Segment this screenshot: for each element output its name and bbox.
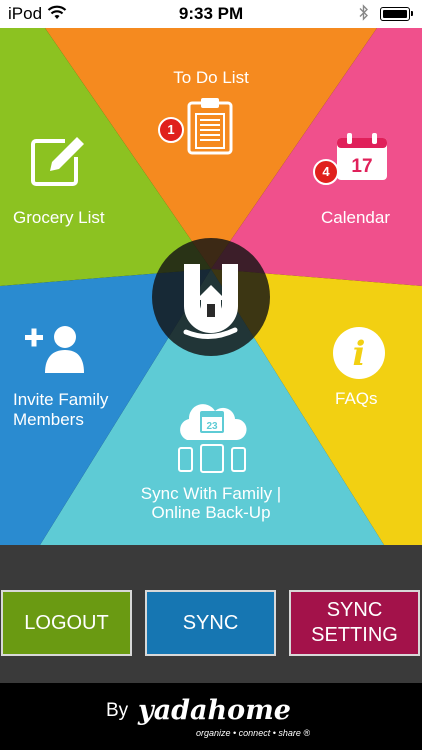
- main-menu: To Do List 1 17 4 Calendar Grocery List …: [0, 28, 422, 545]
- todo-label: To Do List: [173, 68, 249, 87]
- faqs-label: FAQs: [335, 389, 378, 408]
- invite-label-line1: Invite Family: [13, 390, 109, 409]
- todo-badge: 1: [158, 117, 184, 143]
- cloud-date: 23: [206, 421, 218, 432]
- footer-by: By: [106, 700, 129, 721]
- add-user-icon: [25, 324, 85, 379]
- clipboard-icon: [187, 97, 233, 160]
- invite-label-line2: Members: [13, 410, 84, 429]
- sync-family-label-line1: Sync With Family |: [140, 484, 282, 503]
- calendar-date: 17: [351, 156, 372, 177]
- button-bar: LOGOUT SYNC SYNC SETTING: [0, 545, 422, 683]
- calendar-label: Calendar: [321, 208, 390, 227]
- status-bar: iPod 9:33 PM: [0, 0, 422, 28]
- sync-button[interactable]: SYNC: [145, 590, 276, 656]
- grocery-label: Grocery List: [13, 208, 105, 227]
- info-icon: i: [332, 326, 386, 385]
- bluetooth-icon: [359, 4, 369, 26]
- sync-setting-button[interactable]: SYNC SETTING: [289, 590, 420, 656]
- brand-logo: yadahome: [138, 695, 291, 726]
- brand-tagline: organize • connect • share ®: [196, 728, 310, 738]
- footer: By yadahome organize • connect • share ®: [0, 683, 422, 750]
- logout-button[interactable]: LOGOUT: [1, 590, 132, 656]
- battery-icon: [380, 7, 413, 21]
- cloud-sync-icon: 23: [175, 396, 249, 479]
- sync-family-label-line2: Online Back-Up: [151, 503, 271, 522]
- info-glyph: i: [353, 334, 366, 374]
- calendar-badge: 4: [313, 159, 339, 185]
- yadahome-logo: [152, 238, 270, 356]
- calendar-icon: 17: [336, 132, 388, 187]
- edit-icon: [31, 135, 85, 192]
